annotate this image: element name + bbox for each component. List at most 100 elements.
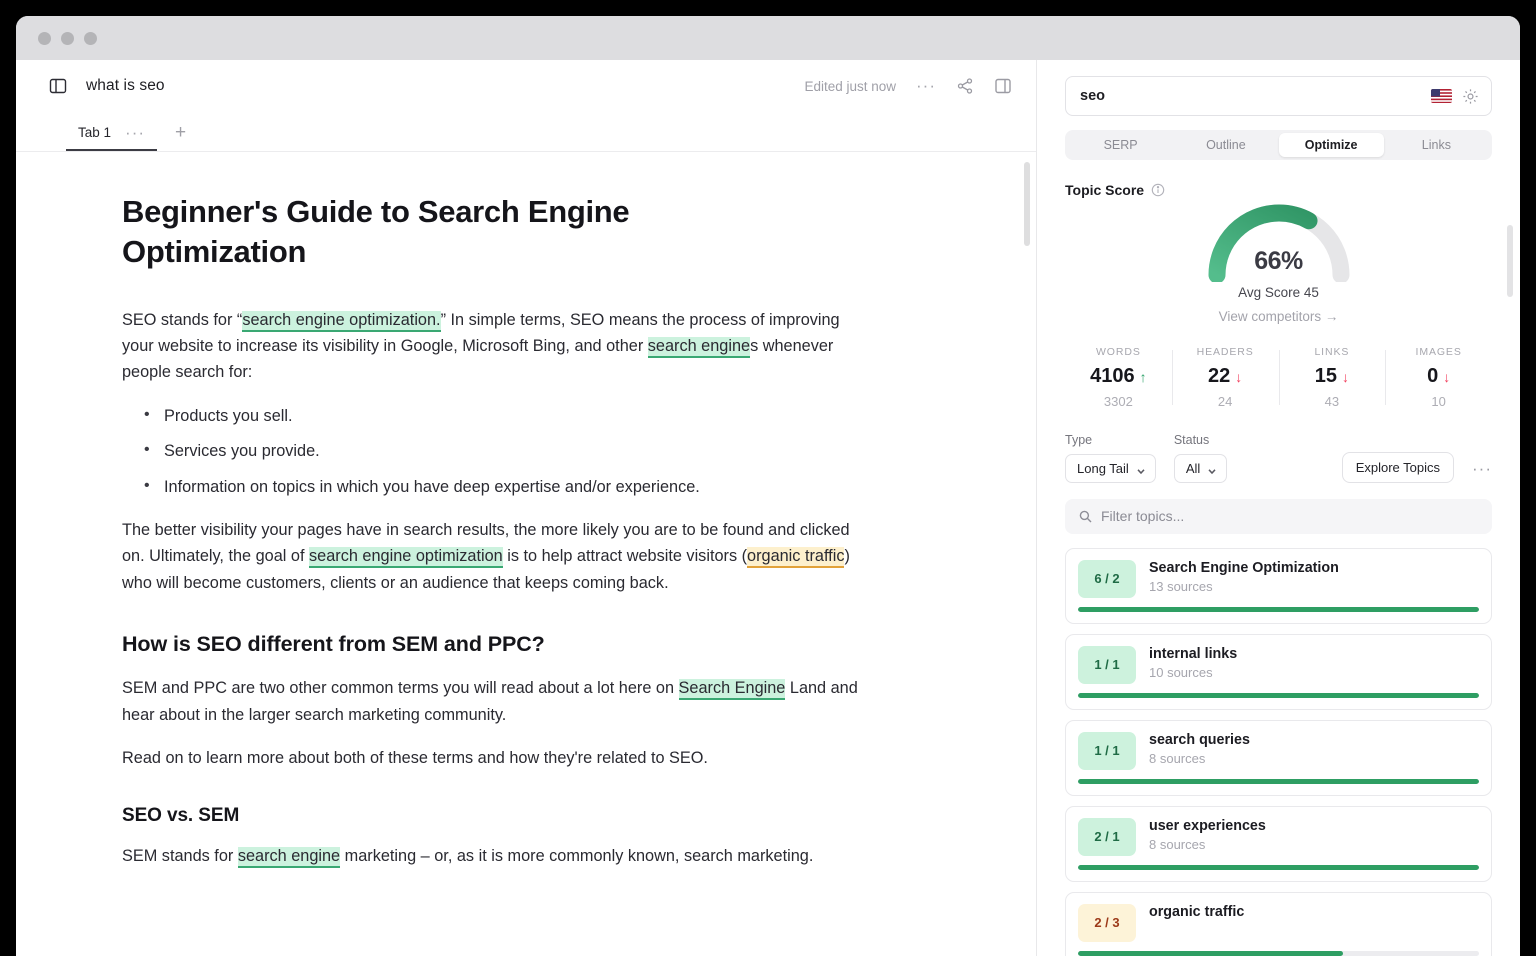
optimize-panel: seo bbox=[1037, 60, 1520, 956]
stat-value-row: 22↓ bbox=[1176, 365, 1275, 388]
close-button[interactable] bbox=[38, 32, 51, 45]
panel-scrollbar[interactable] bbox=[1507, 225, 1513, 297]
topic-progress-fill bbox=[1078, 951, 1343, 956]
type-filter-select[interactable]: Long Tail bbox=[1065, 454, 1156, 483]
filter-topics-placeholder: Filter topics... bbox=[1101, 508, 1184, 524]
status-filter-group: Status All bbox=[1174, 433, 1227, 483]
stat-value-row: 4106↑ bbox=[1069, 365, 1168, 388]
panel-tab-group: SERP Outline Optimize Links bbox=[1065, 130, 1492, 160]
edited-status: Edited just now bbox=[804, 79, 896, 94]
topic-card-text: organic traffic bbox=[1149, 904, 1244, 923]
view-competitors-link[interactable]: View competitors → bbox=[1219, 309, 1339, 324]
doc-paragraph-1: SEO stands for “search engine optimizati… bbox=[122, 307, 862, 386]
topic-score-gauge-wrap: 66% Avg Score 45 View competitors → bbox=[1037, 200, 1520, 324]
keyword-search-input[interactable]: seo bbox=[1065, 76, 1492, 116]
us-flag-icon[interactable] bbox=[1431, 89, 1452, 103]
share-icon[interactable] bbox=[956, 77, 974, 95]
info-icon[interactable] bbox=[1151, 183, 1165, 197]
topic-card-text: user experiences 8 sources bbox=[1149, 818, 1266, 852]
stat-trend-arrow: ↓ bbox=[1342, 369, 1349, 385]
tab-optimize[interactable]: Optimize bbox=[1279, 133, 1384, 157]
doc-paragraph-3: SEM and PPC are two other common terms y… bbox=[122, 675, 862, 728]
add-tab-button[interactable]: + bbox=[157, 123, 200, 151]
chevron-down-icon bbox=[1136, 464, 1146, 474]
search-icon bbox=[1079, 510, 1092, 523]
maximize-button[interactable] bbox=[84, 32, 97, 45]
list-item: Services you provide. bbox=[122, 438, 862, 464]
topics-list: 6 / 2Search Engine Optimization13 source… bbox=[1065, 548, 1492, 956]
topic-card[interactable]: 2 / 1 user experiences 8 sources bbox=[1065, 806, 1492, 882]
highlight-green: search engine optimization. bbox=[242, 311, 440, 332]
stats-row: WORDS4106↑3302HEADERS22↓24LINKS15↓43IMAG… bbox=[1065, 346, 1492, 409]
topic-name: Search Engine Optimization bbox=[1149, 560, 1339, 576]
status-filter-value: All bbox=[1186, 461, 1200, 476]
gear-icon[interactable] bbox=[1462, 88, 1479, 105]
topic-sources: 8 sources bbox=[1149, 837, 1266, 852]
topic-usage-badge: 6 / 2 bbox=[1078, 560, 1136, 598]
document-header-actions: Edited just now ··· bbox=[804, 77, 1012, 95]
list-item: Information on topics in which you have … bbox=[122, 474, 862, 500]
document-more-icon[interactable]: ··· bbox=[916, 82, 936, 90]
tab-serp[interactable]: SERP bbox=[1068, 133, 1173, 157]
highlight-green: Search Engine bbox=[679, 679, 786, 700]
panel-search-row: seo bbox=[1037, 60, 1520, 116]
doc-heading-3: SEO vs. SEM bbox=[122, 805, 862, 827]
topic-card[interactable]: 1 / 1 search queries8 sources bbox=[1065, 720, 1492, 796]
topic-name: user experiences bbox=[1149, 818, 1266, 834]
window-titlebar bbox=[16, 16, 1520, 60]
text-run: SEO stands for “ bbox=[122, 311, 242, 329]
stat-benchmark: 43 bbox=[1283, 394, 1382, 409]
stat-trend-arrow: ↓ bbox=[1443, 369, 1450, 385]
topic-sources: 8 sources bbox=[1149, 751, 1250, 766]
topic-card-top: 2 / 3organic traffic bbox=[1078, 904, 1479, 942]
highlight-green: search engine bbox=[238, 847, 340, 868]
highlight-green: search engine bbox=[648, 337, 750, 358]
stat-words: WORDS4106↑3302 bbox=[1065, 346, 1172, 409]
minimize-button[interactable] bbox=[61, 32, 74, 45]
topic-card-top: 6 / 2Search Engine Optimization13 source… bbox=[1078, 560, 1479, 598]
topic-card[interactable]: 6 / 2Search Engine Optimization13 source… bbox=[1065, 548, 1492, 624]
topic-usage-badge: 1 / 1 bbox=[1078, 732, 1136, 770]
document-body[interactable]: Beginner's Guide to Search Engine Optimi… bbox=[122, 192, 862, 870]
stat-value: 15 bbox=[1315, 365, 1337, 388]
text-run: Read on to learn more about both of thes… bbox=[122, 749, 708, 767]
topic-card[interactable]: 2 / 3organic traffic bbox=[1065, 892, 1492, 956]
doc-paragraph-2: The better visibility your pages have in… bbox=[122, 517, 862, 596]
highlight-green: search engine optimization bbox=[309, 547, 503, 568]
filter-topics-input[interactable]: Filter topics... bbox=[1065, 499, 1492, 534]
stat-value-row: 0↓ bbox=[1389, 365, 1488, 388]
topic-card[interactable]: 1 / 1internal links10 sources bbox=[1065, 634, 1492, 710]
tab-more-icon[interactable]: ··· bbox=[125, 129, 145, 137]
tab-links[interactable]: Links bbox=[1384, 133, 1489, 157]
status-filter-label: Status bbox=[1174, 433, 1227, 447]
tab-1[interactable]: Tab 1 ··· bbox=[66, 125, 157, 151]
document-header: what is seo Edited just now ··· bbox=[16, 60, 1036, 112]
panel-right-icon[interactable] bbox=[994, 77, 1012, 95]
topic-progress-track bbox=[1078, 951, 1479, 956]
app-window: what is seo Edited just now ··· bbox=[16, 16, 1520, 956]
tab-bar: Tab 1 ··· + bbox=[16, 112, 1036, 152]
type-filter-label: Type bbox=[1065, 433, 1156, 447]
document-scroll-area: Beginner's Guide to Search Engine Optimi… bbox=[16, 152, 1036, 956]
filters-more-icon[interactable]: ··· bbox=[1472, 465, 1492, 483]
status-filter-select[interactable]: All bbox=[1174, 454, 1227, 483]
document-title[interactable]: what is seo bbox=[86, 77, 165, 95]
topic-usage-badge: 2 / 1 bbox=[1078, 818, 1136, 856]
topic-name: organic traffic bbox=[1149, 904, 1244, 920]
editor-scrollbar[interactable] bbox=[1024, 162, 1030, 246]
type-filter-value: Long Tail bbox=[1077, 461, 1129, 476]
panel-left-icon[interactable] bbox=[48, 76, 68, 96]
explore-topics-button[interactable]: Explore Topics bbox=[1342, 452, 1454, 483]
tab-outline[interactable]: Outline bbox=[1173, 133, 1278, 157]
filters-row: Type Long Tail Status All bbox=[1065, 433, 1492, 483]
highlight-yellow: organic traffic bbox=[747, 547, 844, 568]
doc-bullet-list: Products you sell.Services you provide.I… bbox=[122, 403, 862, 500]
topic-card-text: search queries8 sources bbox=[1149, 732, 1250, 766]
topic-card-top: 1 / 1internal links10 sources bbox=[1078, 646, 1479, 684]
doc-heading-2: How is SEO different from SEM and PPC? bbox=[122, 632, 862, 657]
stat-value: 0 bbox=[1427, 365, 1438, 388]
topic-progress-track bbox=[1078, 865, 1479, 870]
tab-label: Tab 1 bbox=[78, 125, 111, 140]
stat-benchmark: 10 bbox=[1389, 394, 1488, 409]
stat-label: WORDS bbox=[1069, 346, 1168, 358]
